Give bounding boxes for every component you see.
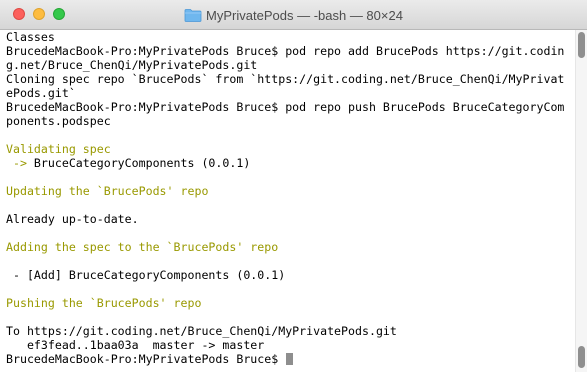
terminal-line: g.net/Bruce_ChenQi/MyPrivatePods.git	[6, 58, 258, 72]
scroll-thumb-top[interactable]	[578, 32, 585, 58]
terminal-line: Pushing the `BrucePods' repo	[6, 296, 202, 310]
terminal-line: BrucedeMacBook-Pro:MyPrivatePods Bruce$ …	[6, 44, 565, 58]
terminal-line: Updating the `BrucePods' repo	[6, 184, 209, 198]
folder-icon	[184, 9, 202, 22]
terminal-output[interactable]: Classes BrucedeMacBook-Pro:MyPrivatePods …	[6, 30, 572, 370]
terminal-line: Validating spec	[6, 142, 111, 156]
terminal-line: ponents.podspec	[6, 114, 111, 128]
title-bar[interactable]: MyPrivatePods — -bash — 80×24	[0, 0, 587, 30]
window-title-group: MyPrivatePods — -bash — 80×24	[0, 0, 587, 30]
terminal-line: Already up-to-date.	[6, 212, 139, 226]
scrollbar[interactable]	[575, 30, 587, 372]
spec-name: BruceCategoryComponents (0.0.1)	[33, 156, 251, 170]
terminal-line: Adding the spec to the `BrucePods' repo	[6, 240, 279, 254]
terminal-window: MyPrivatePods — -bash — 80×24 Classes Bru…	[0, 0, 587, 372]
window-title: MyPrivatePods — -bash — 80×24	[206, 7, 403, 23]
scroll-thumb-bottom[interactable]	[578, 346, 585, 368]
shell-prompt: BrucedeMacBook-Pro:MyPrivatePods Bruce$	[6, 352, 286, 366]
terminal-line: - [Add] BruceCategoryComponents (0.0.1)	[6, 268, 286, 282]
terminal-line: To https://git.coding.net/Bruce_ChenQi/M…	[6, 324, 397, 338]
block-cursor-icon	[286, 353, 294, 365]
terminal-line: Cloning spec repo `BrucePods` from `http…	[6, 72, 565, 86]
terminal-line: ef3fead..1baa03a master -> master	[6, 338, 265, 352]
terminal-line: -> BruceCategoryComponents (0.0.1)	[6, 156, 572, 170]
terminal-line: ePods.git`	[6, 86, 76, 100]
prompt-line[interactable]: BrucedeMacBook-Pro:MyPrivatePods Bruce$	[6, 352, 572, 366]
terminal-line: BrucedeMacBook-Pro:MyPrivatePods Bruce$ …	[6, 100, 565, 114]
arrow-prefix: ->	[6, 156, 34, 170]
terminal-line: Classes	[6, 30, 55, 44]
